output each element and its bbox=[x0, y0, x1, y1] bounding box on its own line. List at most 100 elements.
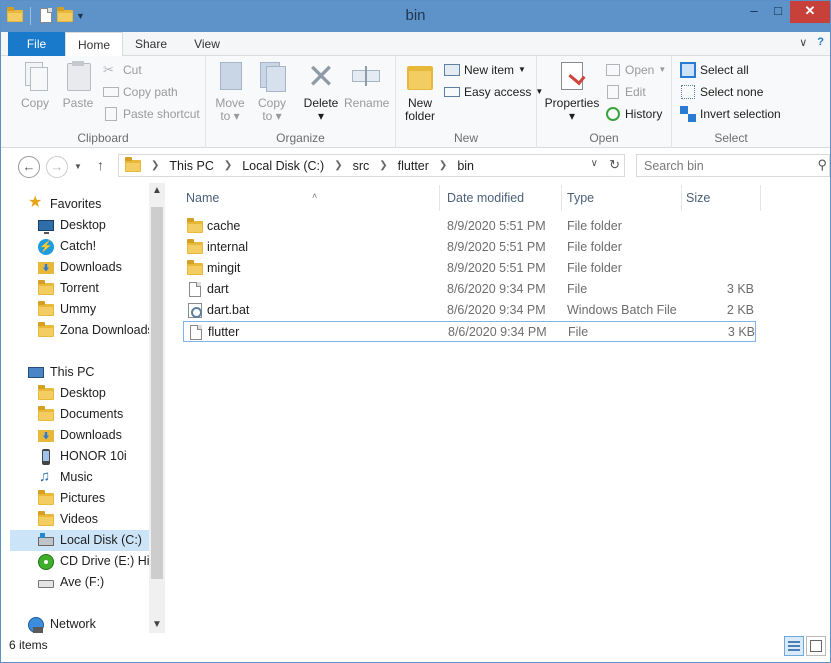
delete-button[interactable]: ✕ Delete ▾ bbox=[300, 60, 342, 123]
properties-icon bbox=[556, 60, 588, 94]
help-icon[interactable]: ? bbox=[817, 36, 824, 49]
column-header-size[interactable]: Size bbox=[680, 183, 710, 213]
file-name: dart bbox=[207, 282, 229, 296]
large-icons-view-icon[interactable] bbox=[806, 636, 826, 656]
breadcrumb-flutter[interactable]: flutter bbox=[398, 159, 429, 173]
nav-pc-cd-drive[interactable]: CD Drive (E:) HiSuite bbox=[1, 551, 149, 572]
nav-fav-desktop[interactable]: Desktop bbox=[1, 215, 149, 236]
select-all-label: Select all bbox=[700, 63, 749, 77]
recent-locations-chevron-icon[interactable]: ▼ bbox=[74, 162, 82, 171]
nav-label: Music bbox=[60, 470, 93, 484]
file-name: cache bbox=[207, 219, 241, 233]
open-group-label: Open bbox=[589, 131, 619, 145]
nav-label: This PC bbox=[50, 365, 95, 379]
forward-button[interactable]: → bbox=[46, 156, 68, 178]
file-icon bbox=[187, 282, 203, 297]
folder-icon bbox=[187, 218, 203, 234]
new-folder-button[interactable]: New folder bbox=[402, 60, 438, 123]
nav-fav-torrent[interactable]: Torrent bbox=[1, 278, 149, 299]
nav-pc-videos[interactable]: Videos bbox=[1, 509, 149, 530]
select-none-button[interactable]: Select none bbox=[680, 82, 763, 102]
nav-pc-honor[interactable]: HONOR 10i bbox=[1, 446, 149, 467]
address-bar[interactable]: ❯ This PC ❯ Local Disk (C:) ❯ src ❯ flut… bbox=[118, 154, 625, 177]
new-item-button[interactable]: New item ▼ bbox=[444, 60, 526, 80]
nav-fav-downloads[interactable]: Downloads bbox=[1, 257, 149, 278]
history-button[interactable]: History bbox=[605, 104, 662, 124]
tab-share[interactable]: Share bbox=[125, 32, 177, 56]
copy-to-button[interactable]: Copy to ▾ bbox=[254, 60, 290, 123]
paste-shortcut-button[interactable]: Paste shortcut bbox=[103, 104, 200, 124]
cut-button[interactable]: ✂ Cut bbox=[103, 60, 142, 80]
table-row[interactable]: cache 8/9/2020 5:51 PM File folder bbox=[183, 216, 756, 237]
select-all-icon bbox=[680, 62, 696, 78]
address-dropdown-chevron-icon[interactable]: ∨ bbox=[591, 158, 598, 169]
paste-button[interactable]: Paste bbox=[59, 60, 97, 110]
open-button[interactable]: Open ▼ bbox=[605, 60, 666, 80]
rename-button[interactable]: Rename bbox=[344, 60, 389, 110]
nav-pc-documents[interactable]: Documents bbox=[1, 404, 149, 425]
table-row[interactable]: mingit 8/9/2020 5:51 PM File folder bbox=[183, 258, 756, 279]
table-row[interactable]: dart.bat 8/6/2020 9:34 PM Windows Batch … bbox=[183, 300, 756, 321]
breadcrumb-local-disk[interactable]: Local Disk (C:) bbox=[242, 159, 324, 173]
videos-folder-icon bbox=[38, 510, 54, 528]
breadcrumb-src[interactable]: src bbox=[353, 159, 370, 173]
up-arrow-icon[interactable]: ↑ bbox=[97, 157, 104, 173]
nav-pc-ave-drive[interactable]: Ave (F:) bbox=[1, 572, 149, 593]
maximize-button[interactable]: □ bbox=[766, 1, 790, 23]
file-date: 8/6/2020 9:34 PM bbox=[447, 282, 546, 296]
close-button[interactable]: ✕ bbox=[790, 1, 830, 23]
breadcrumb-this-pc[interactable]: This PC bbox=[169, 159, 213, 173]
nav-pc-desktop[interactable]: Desktop bbox=[1, 383, 149, 404]
status-bar: 6 items bbox=[1, 633, 830, 662]
invert-selection-button[interactable]: Invert selection bbox=[680, 104, 781, 124]
copy-button[interactable]: Copy bbox=[17, 60, 53, 110]
nav-network[interactable]: Network bbox=[1, 614, 149, 635]
table-row[interactable]: internal 8/9/2020 5:51 PM File folder bbox=[183, 237, 756, 258]
nav-pc-downloads[interactable]: Downloads bbox=[1, 425, 149, 446]
nav-label: Zona Downloads bbox=[60, 323, 149, 337]
nav-this-pc[interactable]: This PC bbox=[1, 362, 149, 383]
easy-access-button[interactable]: Easy access ▼ bbox=[444, 82, 543, 102]
nav-scrollbar[interactable]: ▲ ▼ bbox=[149, 183, 165, 633]
column-header-date[interactable]: Date modified bbox=[441, 183, 524, 213]
documents-folder-icon bbox=[38, 405, 54, 423]
refresh-icon[interactable]: ↻ bbox=[609, 157, 620, 173]
move-to-button[interactable]: Move to ▾ bbox=[212, 60, 248, 123]
copy-label: Copy bbox=[20, 96, 49, 110]
tab-view[interactable]: View bbox=[181, 32, 233, 56]
nav-fav-ummy[interactable]: Ummy bbox=[1, 299, 149, 320]
column-header-name[interactable]: Name ˄ bbox=[180, 183, 317, 213]
expand-ribbon-chevron-icon[interactable]: ∨ bbox=[799, 36, 807, 49]
scroll-up-chevron-icon[interactable]: ▲ bbox=[149, 183, 165, 199]
copy-path-button[interactable]: Copy path bbox=[103, 82, 178, 102]
easy-access-icon bbox=[444, 84, 460, 100]
scroll-down-chevron-icon[interactable]: ▼ bbox=[149, 617, 165, 633]
paste-shortcut-icon bbox=[103, 106, 119, 122]
minimize-button[interactable]: – bbox=[742, 1, 766, 23]
file-type: File folder bbox=[567, 240, 622, 254]
tab-home[interactable]: Home bbox=[65, 32, 123, 57]
search-input[interactable]: Search bin ⚲ bbox=[636, 154, 830, 177]
nav-pc-local-disk[interactable]: Local Disk (C:) bbox=[10, 530, 149, 551]
back-button[interactable]: ← bbox=[18, 156, 40, 178]
column-header-type[interactable]: Type bbox=[561, 183, 594, 213]
sort-ascending-icon: ˄ bbox=[312, 191, 318, 201]
nav-fav-zona-downloads[interactable]: Zona Downloads bbox=[1, 320, 149, 341]
folder-icon bbox=[38, 321, 54, 339]
breadcrumb-bin[interactable]: bin bbox=[457, 159, 474, 173]
nav-favorites[interactable]: ★ Favorites bbox=[1, 194, 149, 215]
table-row[interactable]: dart 8/6/2020 9:34 PM File 3 KB bbox=[183, 279, 756, 300]
file-type: File folder bbox=[567, 219, 622, 233]
nav-pc-music[interactable]: ♫ Music bbox=[1, 467, 149, 488]
edit-button[interactable]: Edit bbox=[605, 82, 646, 102]
scrollbar-thumb[interactable] bbox=[151, 207, 163, 579]
star-icon: ★ bbox=[28, 194, 43, 211]
nav-pc-pictures[interactable]: Pictures bbox=[1, 488, 149, 509]
properties-button[interactable]: Properties ▾ bbox=[543, 60, 601, 123]
nav-fav-catch[interactable]: ⚡ Catch! bbox=[1, 236, 149, 257]
table-row[interactable]: flutter 8/6/2020 9:34 PM File 3 KB bbox=[183, 321, 756, 342]
select-all-button[interactable]: Select all bbox=[680, 60, 749, 80]
open-icon bbox=[605, 62, 621, 78]
tab-file[interactable]: File bbox=[8, 32, 65, 56]
details-view-icon[interactable] bbox=[784, 636, 804, 656]
